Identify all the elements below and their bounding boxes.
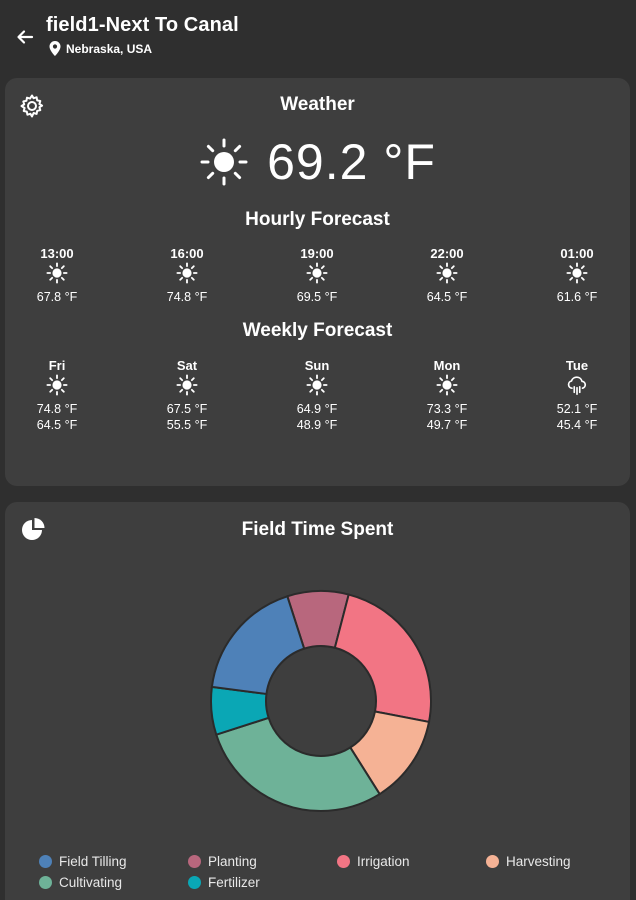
donut-slice-field-tilling[interactable] [210,595,306,696]
field-time-spent-title: Field Time Spent [241,519,394,540]
legend-label: Fertilizer [208,875,260,890]
forecast-time: 16:00 [170,246,204,261]
weekly-forecast-item: Sun 64.9 °F 48.9 °F [267,358,367,433]
forecast-day: Sun [304,358,330,373]
page-title: field1-Next To Canal [46,14,239,36]
forecast-high: 52.1 °F [556,402,598,416]
forecast-day: Mon [433,358,461,373]
sun-icon [397,374,497,401]
field-time-spent-card: Field Time Spent Field Tilling Planting Ir… [5,502,630,900]
legend-color-swatch [188,855,201,868]
hourly-forecast-item: 19:00 69.5 °F [267,246,367,305]
legend-color-swatch [337,855,350,868]
location-pin-icon [49,41,61,56]
forecast-day: Fri [48,358,66,373]
sun-icon [137,262,237,289]
legend-color-swatch [188,876,201,889]
legend-label: Field Tilling [59,854,127,869]
legend-item-field-tilling[interactable]: Field Tilling [39,854,127,869]
forecast-low: 55.5 °F [166,418,208,432]
hourly-forecast-item: 16:00 74.8 °F [137,246,237,305]
sun-icon [7,262,107,289]
location: Nebraska, USA [48,40,152,57]
forecast-temp: 74.8 °F [166,290,208,304]
weather-card: Weather 69.2 °F Hourly Forecast 13:00 67.… [5,78,630,486]
weekly-forecast-item: Fri 74.8 °F 64.5 °F [7,358,107,433]
weekly-forecast-title: Weekly Forecast [242,320,393,341]
forecast-temp: 61.6 °F [556,290,598,304]
legend-label: Harvesting [506,854,571,869]
forecast-day: Sat [176,358,198,373]
forecast-temp: 69.5 °F [296,290,338,304]
legend-item-irrigation[interactable]: Irrigation [337,854,410,869]
sun-icon [7,374,107,401]
legend-item-harvesting[interactable]: Harvesting [486,854,571,869]
hourly-forecast-item: 22:00 64.5 °F [397,246,497,305]
sun-icon [200,138,248,186]
donut-slice-cultivating[interactable] [215,716,382,812]
forecast-high: 64.9 °F [296,402,338,416]
hourly-forecast-item: 13:00 67.8 °F [7,246,107,305]
forecast-day: Tue [565,358,589,373]
sun-icon [527,262,627,289]
legend-color-swatch [486,855,499,868]
forecast-low: 45.4 °F [556,418,598,432]
hourly-forecast-item: 01:00 61.6 °F [527,246,627,305]
forecast-time: 13:00 [40,246,74,261]
forecast-time: 19:00 [300,246,334,261]
legend-color-swatch [39,855,52,868]
forecast-high: 67.5 °F [166,402,208,416]
sun-icon [137,374,237,401]
forecast-high: 73.3 °F [426,402,468,416]
forecast-temp: 64.5 °F [426,290,468,304]
legend-color-swatch [39,876,52,889]
sun-icon [267,374,367,401]
location-label: Nebraska, USA [66,41,153,56]
current-weather: 69.2 °F [5,133,630,191]
hourly-forecast-title: Hourly Forecast [245,209,390,230]
legend-label: Planting [208,854,257,869]
forecast-low: 64.5 °F [36,418,78,432]
forecast-low: 48.9 °F [296,418,338,432]
forecast-time: 01:00 [560,246,594,261]
forecast-time: 22:00 [430,246,464,261]
legend-label: Irrigation [357,854,410,869]
app-bar: field1-Next To Canal Nebraska, USA [0,0,636,74]
forecast-temp: 67.8 °F [36,290,78,304]
chart-legend: Field Tilling Planting Irrigation Harvestin… [5,854,630,900]
rain-cloud-icon [527,374,627,401]
forecast-low: 49.7 °F [426,418,468,432]
legend-item-fertilizer[interactable]: Fertilizer [188,875,260,890]
legend-item-cultivating[interactable]: Cultivating [39,875,122,890]
legend-item-planting[interactable]: Planting [188,854,257,869]
back-arrow-icon[interactable] [12,24,38,50]
current-temperature: 69.2 °F [267,134,436,190]
legend-label: Cultivating [59,875,123,890]
donut-slice-irrigation[interactable] [333,593,432,724]
weekly-forecast-item: Mon 73.3 °F 49.7 °F [397,358,497,433]
donut-chart [210,590,432,812]
sun-icon [267,262,367,289]
weekly-forecast-item: Sat 67.5 °F 55.5 °F [137,358,237,433]
forecast-high: 74.8 °F [36,402,78,416]
sun-icon [397,262,497,289]
weekly-forecast-item: Tue 52.1 °F 45.4 °F [527,358,627,433]
weather-title: Weather [280,94,355,115]
